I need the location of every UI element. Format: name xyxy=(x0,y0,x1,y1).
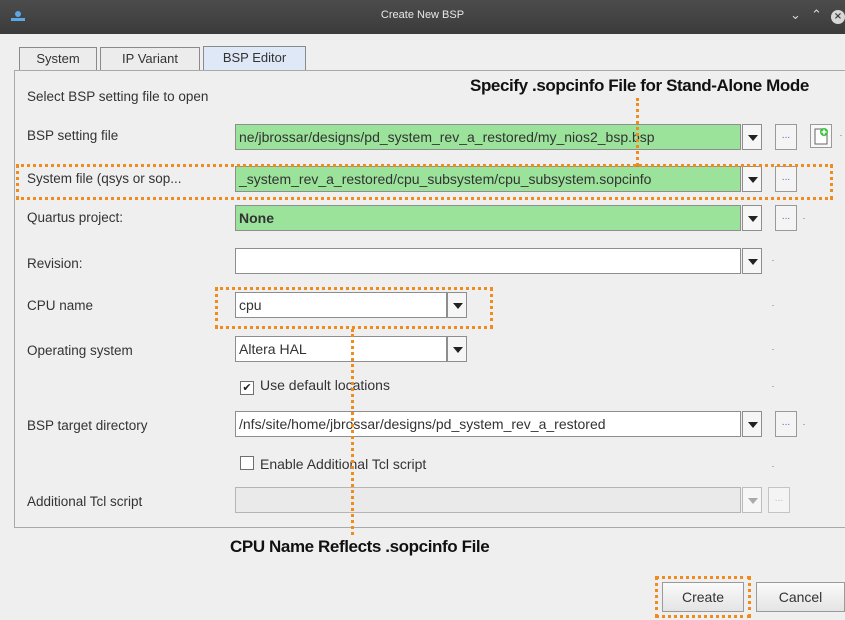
separator-dot xyxy=(803,424,805,425)
annotation-connector-bottom xyxy=(351,329,354,535)
chevron-down-icon xyxy=(748,259,758,265)
os-label: Operating system xyxy=(27,343,133,358)
separator-dot xyxy=(772,260,774,261)
highlight-system-file xyxy=(16,164,833,200)
quartus-field[interactable]: None xyxy=(235,205,741,231)
intro-label: Select BSP setting file to open xyxy=(27,89,209,104)
enable-tcl-label: Enable Additional Tcl script xyxy=(260,456,427,472)
close-icon[interactable]: × xyxy=(831,10,845,24)
tab-ip-variant[interactable]: IP Variant xyxy=(100,47,200,70)
revision-field[interactable] xyxy=(235,248,741,274)
revision-label: Revision: xyxy=(27,256,83,271)
separator-dot xyxy=(803,218,805,219)
separator-dot xyxy=(840,135,842,136)
bsp-setting-dropdown[interactable] xyxy=(742,124,762,150)
use-default-locations-row[interactable]: ✔ Use default locations xyxy=(240,377,390,395)
separator-dot xyxy=(772,466,774,467)
target-dir-label: BSP target directory xyxy=(27,418,148,433)
target-dir-field[interactable]: /nfs/site/home/jbrossar/designs/pd_syste… xyxy=(235,411,741,437)
annotation-sopcinfo-title: Specify .sopcinfo File for Stand-Alone M… xyxy=(470,76,809,95)
revision-dropdown[interactable] xyxy=(742,248,762,274)
minimize-icon[interactable]: ⌄ xyxy=(790,8,801,24)
enable-tcl-row[interactable]: Enable Additional Tcl script xyxy=(240,456,426,472)
chevron-down-icon xyxy=(748,135,758,141)
tcl-script-dropdown xyxy=(742,487,762,513)
quartus-browse-button[interactable]: ... xyxy=(775,205,797,231)
chevron-down-icon xyxy=(748,422,758,428)
os-field[interactable]: Altera HAL xyxy=(235,336,447,362)
target-dir-browse-button[interactable]: ... xyxy=(775,411,797,437)
use-default-checkbox[interactable]: ✔ xyxy=(240,381,254,395)
tcl-script-field xyxy=(235,487,741,513)
bsp-setting-field[interactable]: ne/jbrossar/designs/pd_system_rev_a_rest… xyxy=(235,124,741,150)
new-file-icon xyxy=(814,128,828,145)
enable-tcl-checkbox[interactable] xyxy=(240,456,254,470)
window-title: Create New BSP xyxy=(380,9,465,21)
title-bar: Create New BSP ⌄ ⌃ × xyxy=(0,0,845,34)
tcl-script-browse-button: ... xyxy=(768,487,790,513)
chevron-down-icon xyxy=(748,498,758,504)
new-file-button[interactable] xyxy=(810,124,832,148)
bsp-setting-label: BSP setting file xyxy=(27,128,119,143)
os-dropdown[interactable] xyxy=(447,336,467,362)
chevron-down-icon xyxy=(748,216,758,222)
separator-dot xyxy=(772,386,774,387)
tcl-script-label: Additional Tcl script xyxy=(27,494,143,509)
separator-dot xyxy=(772,349,774,350)
annotation-cpu-name: CPU Name Reflects .sopcinfo File xyxy=(230,537,490,556)
target-dir-dropdown[interactable] xyxy=(742,411,762,437)
quartus-dropdown[interactable] xyxy=(742,205,762,231)
highlight-create-button xyxy=(655,576,751,618)
bsp-setting-browse-button[interactable]: ... xyxy=(775,124,797,150)
chevron-down-icon xyxy=(453,347,463,353)
maximize-icon[interactable]: ⌃ xyxy=(811,8,822,24)
quartus-label: Quartus project: xyxy=(27,210,124,225)
use-default-label: Use default locations xyxy=(260,377,390,393)
annotation-connector-top xyxy=(636,98,639,166)
tab-bsp-editor[interactable]: BSP Editor xyxy=(203,46,306,71)
separator-dot xyxy=(772,305,774,306)
highlight-cpu-name xyxy=(215,287,493,329)
tab-system[interactable]: System xyxy=(19,47,97,70)
cpu-label: CPU name xyxy=(27,298,94,313)
cancel-button[interactable]: Cancel xyxy=(756,582,845,612)
